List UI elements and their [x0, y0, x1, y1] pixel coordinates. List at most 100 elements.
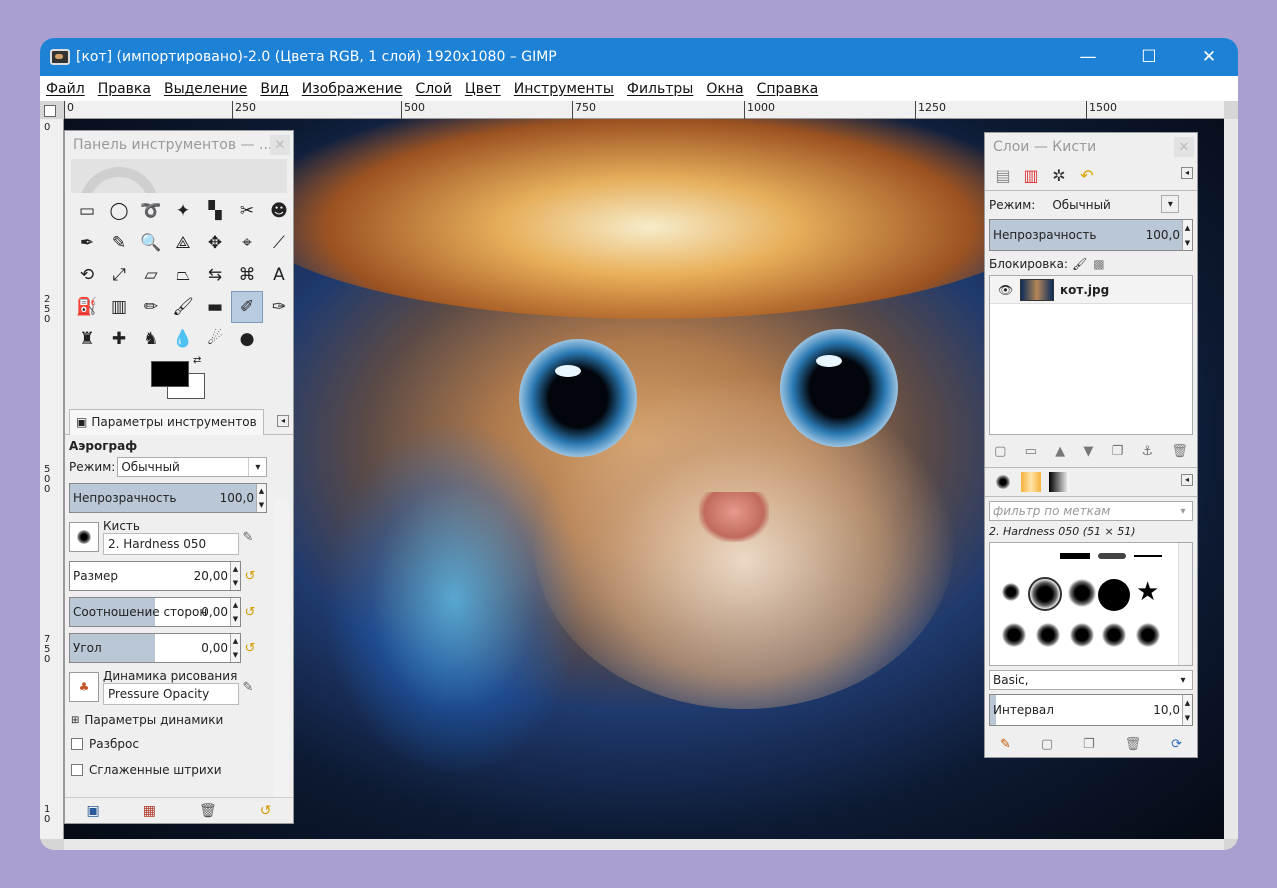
brush-preset[interactable]: [1136, 623, 1160, 647]
new-brush-icon[interactable]: ▢: [1041, 737, 1053, 752]
size-spinner[interactable]: ▲ ▼: [230, 562, 240, 590]
quick-mask-toggle[interactable]: [44, 105, 56, 117]
reset-size-icon[interactable]: ↺: [241, 567, 259, 585]
menu-filters[interactable]: Фильтры: [627, 81, 693, 97]
edit-brush-icon[interactable]: ✎: [239, 528, 257, 546]
foreground-select-icon[interactable]: ☻: [263, 195, 295, 227]
spacing-slider[interactable]: Интервал 10,0 ▲ ▼: [989, 694, 1193, 726]
visibility-eye-icon[interactable]: 👁: [998, 283, 1013, 297]
layer-name[interactable]: кот.jpg: [1060, 283, 1109, 297]
mode-select[interactable]: Обычный ▾: [117, 457, 268, 477]
menu-tools[interactable]: Инструменты: [514, 81, 614, 97]
reset-angle-icon[interactable]: ↺: [241, 639, 259, 657]
paths-icon[interactable]: ✒: [71, 227, 103, 259]
tab-menu-icon[interactable]: ◂: [277, 415, 289, 427]
opacity-spinner[interactable]: ▲ ▼: [256, 484, 266, 512]
airbrush-icon[interactable]: ✐: [231, 291, 263, 323]
menu-windows[interactable]: Окна: [706, 81, 743, 97]
tab-menu-icon[interactable]: ◂: [1181, 474, 1193, 486]
layer-opacity-spinner[interactable]: ▲ ▼: [1182, 220, 1192, 250]
ellipse-select-icon[interactable]: ◯: [103, 195, 135, 227]
anchor-layer-icon[interactable]: ⚓: [1141, 444, 1153, 459]
layer-mode-select[interactable]: Обычный ▾: [1049, 195, 1180, 215]
tool-options-scrollbar[interactable]: [275, 499, 289, 799]
dynamics-name-field[interactable]: Pressure Opacity: [103, 683, 239, 705]
reset-options-icon[interactable]: ↺: [260, 803, 272, 819]
menu-file[interactable]: Файл: [46, 81, 85, 97]
layer-opacity-slider[interactable]: Непрозрачность 100,0 ▲ ▼: [989, 219, 1193, 251]
brush-preset[interactable]: [1098, 553, 1126, 559]
layers-close-button[interactable]: ✕: [1174, 137, 1194, 157]
delete-layer-icon[interactable]: 🗑: [1171, 444, 1188, 459]
scatter-checkbox[interactable]: [71, 738, 83, 750]
rect-select-icon[interactable]: ▭: [71, 195, 103, 227]
angle-slider[interactable]: Угол 0,00 ▲ ▼: [69, 633, 241, 663]
crop-icon[interactable]: ⟋: [263, 227, 295, 259]
menu-layer[interactable]: Слой: [415, 81, 451, 97]
paintbrush-icon[interactable]: 🖌: [167, 291, 199, 323]
restore-preset-icon[interactable]: ▦: [143, 803, 156, 819]
brush-preset[interactable]: [1036, 623, 1060, 647]
menu-colors[interactable]: Цвет: [465, 81, 501, 97]
tab-paths[interactable]: ✲: [1045, 163, 1073, 189]
fuzzy-select-icon[interactable]: ✦: [167, 195, 199, 227]
raise-layer-icon[interactable]: ▲: [1055, 444, 1065, 459]
angle-spinner[interactable]: ▲ ▼: [230, 634, 240, 662]
brush-preset-select[interactable]: Basic, ▾: [989, 670, 1193, 690]
clone-icon[interactable]: ♜: [71, 323, 103, 355]
reset-aspect-icon[interactable]: ↺: [241, 603, 259, 621]
cage-icon[interactable]: ⌘: [231, 259, 263, 291]
lower-layer-icon[interactable]: ▼: [1083, 444, 1093, 459]
brush-preset[interactable]: [1068, 579, 1096, 607]
canvas-vertical-scrollbar[interactable]: [1224, 119, 1238, 839]
lock-alpha-icon[interactable]: ▩: [1093, 257, 1104, 271]
size-slider[interactable]: Размер 20,00 ▲ ▼: [69, 561, 241, 591]
tab-tool-options[interactable]: ▣ Параметры инструментов: [69, 408, 264, 435]
tag-filter-select[interactable]: фильтр по меткам ▾: [989, 501, 1193, 521]
edit-dynamics-icon[interactable]: ✎: [239, 678, 257, 696]
perspective-clone-icon[interactable]: ♞: [135, 323, 167, 355]
brush-preset[interactable]: [1028, 577, 1062, 611]
dynamics-preview[interactable]: ♣: [69, 672, 99, 702]
dodge-burn-icon[interactable]: ●: [231, 323, 263, 355]
foreground-color-swatch[interactable]: [151, 361, 189, 387]
new-group-icon[interactable]: ▭: [1025, 444, 1037, 459]
duplicate-brush-icon[interactable]: ❐: [1083, 737, 1095, 752]
brush-preset[interactable]: [1134, 555, 1162, 557]
scale-icon[interactable]: ⤢: [103, 259, 135, 291]
close-button[interactable]: ✕: [1180, 38, 1238, 76]
color-select-icon[interactable]: ▚: [199, 195, 231, 227]
move-icon[interactable]: ✥: [199, 227, 231, 259]
tab-undo-history[interactable]: ↶: [1073, 163, 1101, 189]
pencil-icon[interactable]: ✏: [135, 291, 167, 323]
scissors-icon[interactable]: ✂: [231, 195, 263, 227]
edit-brush-icon[interactable]: ✎: [1000, 737, 1011, 752]
menu-help[interactable]: Справка: [757, 81, 819, 97]
canvas-horizontal-scrollbar[interactable]: [64, 839, 1224, 850]
smudge-icon[interactable]: ☄: [199, 323, 231, 355]
menu-select[interactable]: Выделение: [164, 81, 247, 97]
rotate-icon[interactable]: ⟲: [71, 259, 103, 291]
delete-brush-icon[interactable]: 🗑: [1125, 737, 1142, 752]
blend-icon[interactable]: ▥: [103, 291, 135, 323]
smooth-checkbox[interactable]: [71, 764, 83, 776]
shear-icon[interactable]: ▱: [135, 259, 167, 291]
tab-layers[interactable]: ▤: [989, 163, 1017, 189]
brush-preview[interactable]: [69, 522, 99, 552]
menu-edit[interactable]: Правка: [98, 81, 151, 97]
heal-icon[interactable]: ✚: [103, 323, 135, 355]
eraser-icon[interactable]: ▬: [199, 291, 231, 323]
measure-icon[interactable]: ⟁: [167, 227, 199, 259]
bucket-fill-icon[interactable]: ⛽: [71, 291, 103, 323]
aspect-ratio-slider[interactable]: Соотношение сторон 0,00 ▲ ▼: [69, 597, 241, 627]
dynamics-params-expander[interactable]: Параметры динамики: [84, 713, 223, 727]
brush-preset[interactable]: [1002, 583, 1020, 601]
delete-preset-icon[interactable]: 🗑: [199, 803, 217, 819]
flip-icon[interactable]: ⇆: [199, 259, 231, 291]
tab-channels[interactable]: ▥: [1017, 163, 1045, 189]
menu-image[interactable]: Изображение: [302, 81, 403, 97]
brush-preset[interactable]: [1102, 623, 1126, 647]
ink-icon[interactable]: ✑: [263, 291, 295, 323]
maximize-button[interactable]: ☐: [1120, 38, 1178, 76]
brush-preset[interactable]: [1098, 579, 1130, 611]
